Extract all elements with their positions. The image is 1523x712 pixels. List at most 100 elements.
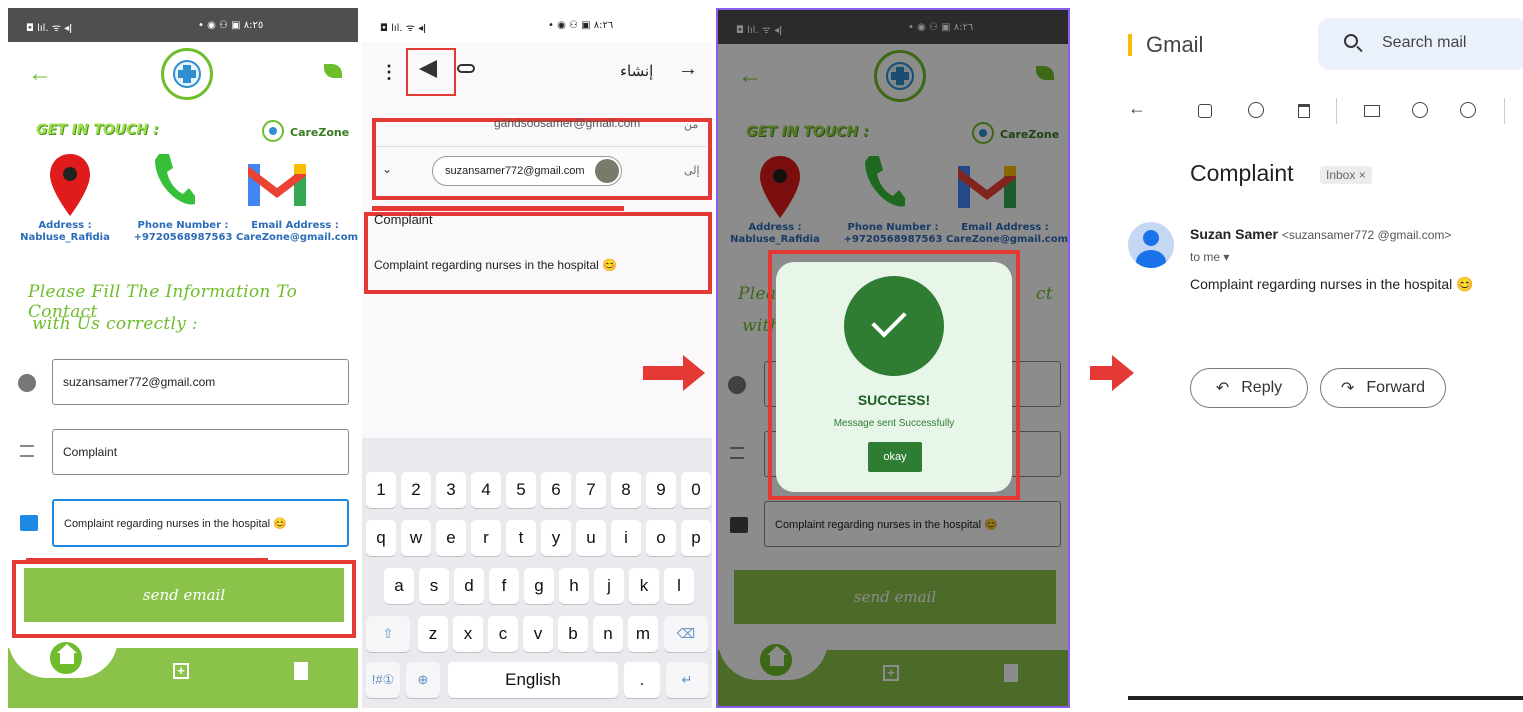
success-message: Message sent Successfully [833,418,955,429]
chevron-down-icon[interactable]: ⌄ [382,162,392,176]
phone-icon[interactable] [151,152,197,208]
recipient-line[interactable]: to me ▾ [1190,250,1229,264]
key-m[interactable]: m [628,616,658,652]
key-v[interactable]: v [523,616,553,652]
add-nav-icon[interactable]: + [173,663,189,679]
enter-key[interactable]: ↵ [666,662,708,698]
shift-key[interactable]: ⇧ [366,616,410,652]
key-9[interactable]: 9 [646,472,676,508]
email-label: Email Address : [251,220,339,231]
mark-unread-icon[interactable] [1364,105,1380,117]
recipient-chip[interactable]: suzansamer772@gmail.com [432,156,622,186]
key-r[interactable]: r [471,520,501,556]
home-nav-button[interactable] [46,638,86,678]
subject-input[interactable]: Complaint [52,429,349,475]
key-g[interactable]: g [524,568,554,604]
add-task-icon[interactable] [1460,102,1476,118]
key-k[interactable]: k [629,568,659,604]
gmail-compose-screen: ◘ lıl. ᯤ ◂ǀ • ◉ ⚇ ▣ ٨:٢٦ ⋮ إنشاء → gahds… [362,8,712,708]
okay-button[interactable]: okay [868,442,922,472]
key-c[interactable]: c [488,616,518,652]
archive-icon[interactable] [1198,104,1212,118]
key-2[interactable]: 2 [401,472,431,508]
leaf-icon[interactable] [324,64,342,78]
key-s[interactable]: s [419,568,449,604]
key-b[interactable]: b [558,616,588,652]
key-h[interactable]: h [559,568,589,604]
instructions-line-2: with Us correctly : [32,314,198,334]
key-a[interactable]: a [384,568,414,604]
key-o[interactable]: o [646,520,676,556]
forward-button[interactable]: ↷ Forward [1320,368,1446,408]
on-screen-keyboard: 1 2 3 4 5 6 7 8 9 0 q w e r t y u i o p a s d f g h j k l ⇧ z x c v b n m ⌫ !#… [362,438,712,708]
key-n[interactable]: n [593,616,623,652]
contact-form-screen: ◘ lıl. ᯤ ◂ǀ • ◉ ⚇ ▣ ٨:٢٥ ← GET IN TOUCH … [8,8,358,708]
carezone-brand: CareZone [290,126,350,139]
key-6[interactable]: 6 [541,472,571,508]
key-u[interactable]: u [576,520,606,556]
subject-field[interactable]: Complaint [374,212,694,227]
status-icons-left: ◘ lıl. ᯤ ◂ǀ [26,23,73,34]
gmail-icon[interactable] [246,160,308,208]
space-bar[interactable]: English [448,662,618,698]
key-x[interactable]: x [453,616,483,652]
key-7[interactable]: 7 [576,472,606,508]
body-field[interactable]: Complaint regarding nurses in the hospit… [374,258,704,272]
key-w[interactable]: w [401,520,431,556]
documents-nav-icon[interactable] [294,662,308,680]
phone-label: Phone Number : [137,220,229,231]
email-body: Complaint regarding nurses in the hospit… [1190,276,1474,292]
key-z[interactable]: z [418,616,448,652]
address-label: Address : [38,220,92,231]
status-icons-right: • ◉ ⚇ ▣ ٨:٢٥ [198,20,264,31]
symbols-key[interactable]: !#① [366,662,400,698]
location-pin-icon[interactable] [48,152,92,218]
backspace-key[interactable]: ⌫ [664,616,708,652]
overflow-menu-icon[interactable]: ⋮ [380,62,398,83]
send-email-button[interactable]: send email [24,568,344,622]
email-value: CareZone@gmail.com [236,232,358,243]
key-3[interactable]: 3 [436,472,466,508]
email-input[interactable]: suzansamer772@gmail.com [52,359,349,405]
search-bar[interactable]: Search mail [1318,18,1523,70]
email-subject: Complaint [1190,160,1294,186]
snooze-icon[interactable] [1412,102,1428,118]
globe-key[interactable]: ⊕ [406,662,440,698]
send-icon[interactable] [419,60,437,78]
forward-arrow-icon[interactable]: → [678,58,698,81]
key-t[interactable]: t [506,520,536,556]
address-caption: Address : Nabluse_Rafidia [20,220,110,244]
attach-icon[interactable] [457,64,475,73]
reply-icon: ↶ [1215,380,1230,397]
inbox-label-chip[interactable]: Inbox × [1320,166,1372,184]
key-l[interactable]: l [664,568,694,604]
reply-button[interactable]: ↶ Reply [1190,368,1308,408]
key-j[interactable]: j [594,568,624,604]
key-0[interactable]: 0 [681,472,711,508]
success-dialog: SUCCESS! Message sent Successfully okay [776,262,1012,492]
home-icon [57,644,77,664]
search-placeholder: Search mail [1382,34,1467,51]
key-4[interactable]: 4 [471,472,501,508]
avatar [595,159,619,183]
key-8[interactable]: 8 [611,472,641,508]
message-input[interactable]: Complaint regarding nurses in the hospit… [52,499,349,547]
back-arrow-icon[interactable]: ← [1128,98,1146,119]
key-i[interactable]: i [611,520,641,556]
key-e[interactable]: e [436,520,466,556]
key-1[interactable]: 1 [366,472,396,508]
key-5[interactable]: 5 [506,472,536,508]
key-p[interactable]: p [681,520,711,556]
account-circle-icon [18,374,36,392]
report-spam-icon[interactable] [1248,102,1264,118]
toolbar-divider [1336,98,1337,124]
key-f[interactable]: f [489,568,519,604]
key-y[interactable]: y [541,520,571,556]
period-key[interactable]: . [624,662,660,698]
forward-label: Forward [1366,379,1426,396]
key-q[interactable]: q [366,520,396,556]
delete-icon[interactable] [1298,104,1310,118]
back-arrow-icon[interactable]: ← [28,60,52,88]
success-title: SUCCESS! [857,392,931,408]
key-d[interactable]: d [454,568,484,604]
